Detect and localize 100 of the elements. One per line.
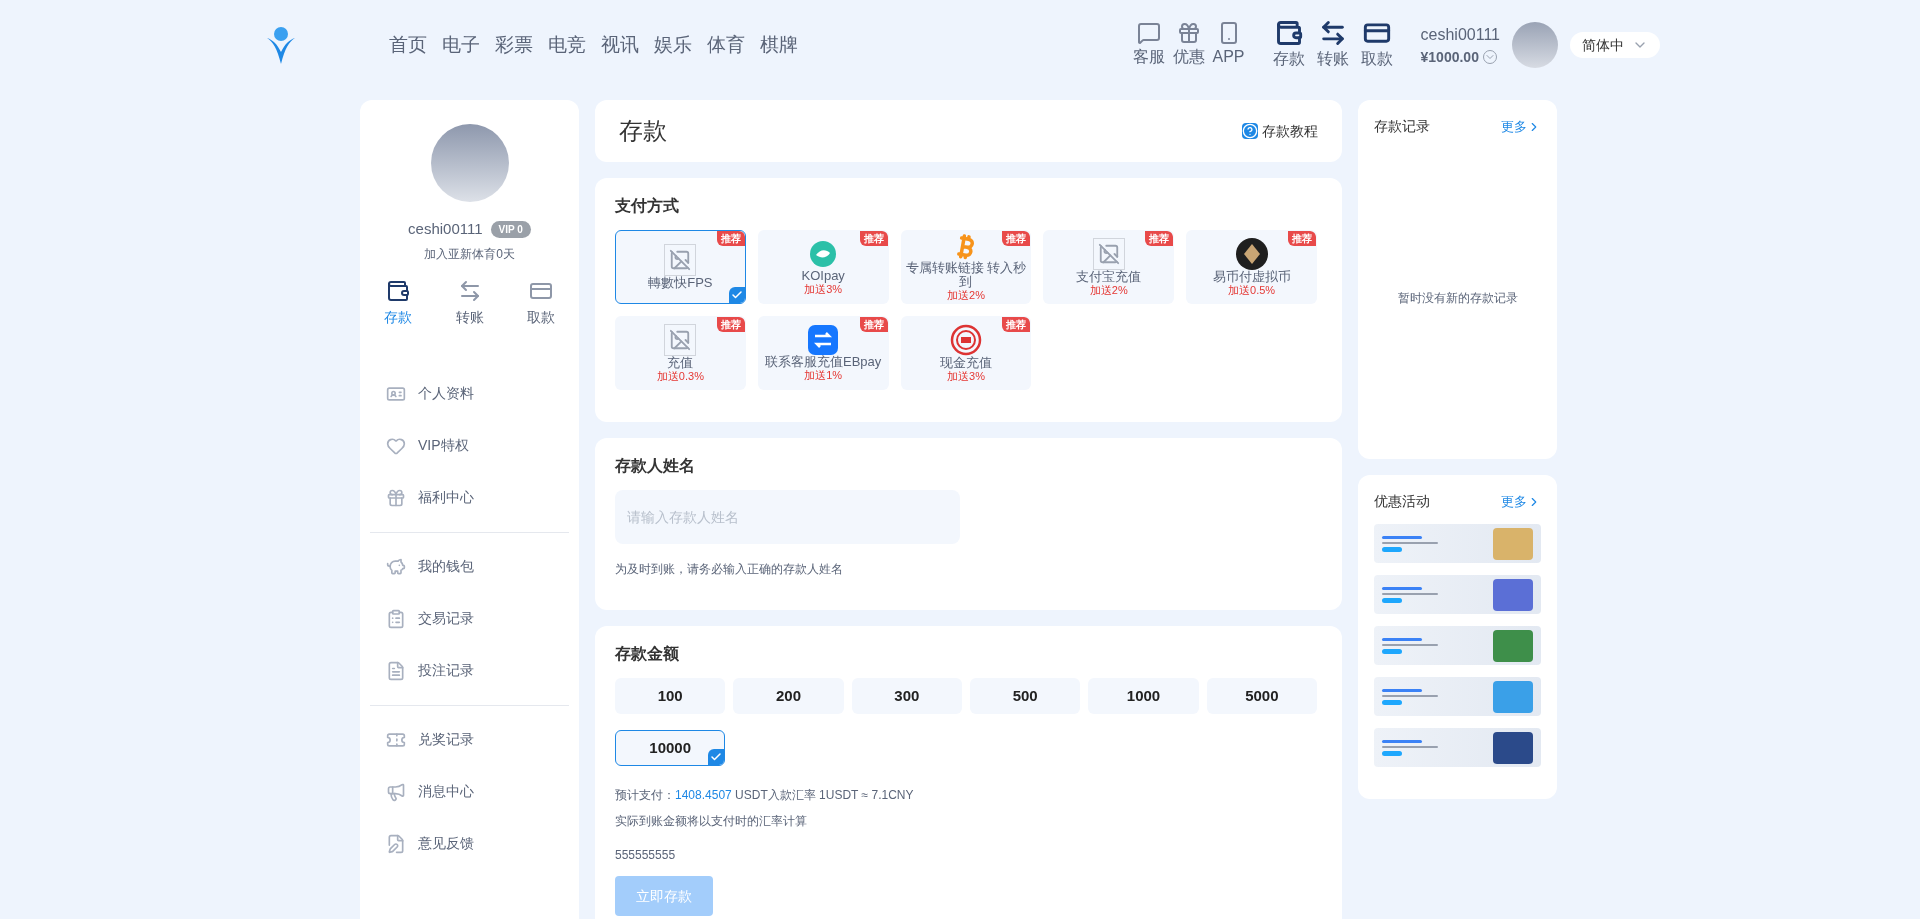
payment-method-tile[interactable]: 充值 加送0.3% 推荐 [615, 316, 746, 390]
sidebar-menu-item[interactable]: VIP特权 [370, 419, 569, 472]
more-link[interactable]: 更多 [1501, 491, 1541, 512]
method-name: 联系客服充值EBpay [764, 354, 883, 369]
recommend-badge: 推荐 [859, 317, 888, 332]
quick-action-button[interactable]: 存款 [384, 278, 412, 328]
amount-option[interactable]: 1000 [1088, 678, 1199, 714]
service-button[interactable]: APP [1212, 21, 1245, 69]
extra-text: 555555555 [615, 847, 677, 864]
nav-link[interactable]: 电竞 [548, 30, 586, 60]
wallet-icon [386, 278, 410, 303]
amount-option[interactable]: 100 [615, 678, 726, 714]
sidebar-menu-item[interactable]: 意见反馈 [370, 817, 569, 870]
amount-option[interactable]: 500 [970, 678, 1081, 714]
fish-icon [808, 238, 839, 269]
nav-link[interactable]: 首页 [389, 30, 427, 60]
payment-method-tile[interactable]: 易币付虚拟币 加送0.5% 推荐 [1186, 230, 1317, 304]
amount-option[interactable]: 200 [733, 678, 844, 714]
payment-method-tile[interactable]: 支付宝充值 加送2% 推荐 [1043, 230, 1175, 304]
sidebar-menu-item[interactable]: 我的钱包 [370, 540, 569, 593]
wallet-icon [1274, 19, 1303, 47]
hint-text: 为及时到账，请务必输入正确的存款人姓名 [615, 561, 844, 578]
bonus-text: 加送0.5% [1228, 283, 1276, 297]
gift-icon [1176, 21, 1201, 45]
sidebar-menu-item[interactable]: 个人资料 [370, 367, 569, 420]
promo-banner[interactable] [1374, 575, 1541, 614]
service-button[interactable]: 客服 [1132, 21, 1165, 69]
language-select[interactable]: 简体中 [1570, 32, 1660, 58]
broken-image-icon [664, 323, 697, 356]
nav-link[interactable]: 电子 [442, 30, 480, 60]
gift-icon [386, 487, 406, 508]
bonus-text: 加送3% [947, 369, 985, 383]
recommend-badge: 推荐 [716, 231, 745, 246]
promo-banner[interactable] [1374, 728, 1541, 767]
document-icon [386, 660, 406, 681]
heart-icon [386, 435, 406, 456]
method-name: KOIpay [800, 268, 846, 283]
card-title: 存款记录 [1374, 117, 1430, 136]
seal-icon [950, 323, 982, 356]
broken-image-icon [1092, 237, 1125, 270]
promo-banner[interactable] [1374, 626, 1541, 665]
check-corner-icon [708, 749, 725, 765]
amount-option[interactable]: 10000 [615, 730, 726, 766]
exchange-app-icon [808, 324, 839, 355]
sidebar-menu-item[interactable]: 消息中心 [370, 765, 569, 818]
username: ceshi00111 [408, 219, 483, 239]
payment-method-tile[interactable]: KOIpay 加送3% 推荐 [757, 230, 889, 304]
amount-option[interactable]: 5000 [1206, 678, 1317, 714]
sidebar-menu-item[interactable]: 兑奖记录 [370, 713, 569, 766]
quick-action-button[interactable]: 取款 [527, 278, 555, 328]
tutorial-link[interactable]: 存款教程 [1242, 120, 1318, 142]
sidebar-menu-item[interactable]: 福利中心 [370, 471, 569, 524]
edit-document-icon [386, 833, 406, 854]
method-name: 现金充值 [939, 355, 993, 370]
nav-link[interactable]: 彩票 [495, 30, 533, 60]
bonus-text: 加送0.3% [656, 369, 704, 383]
megaphone-icon [386, 781, 406, 802]
payment-method-tile[interactable]: 专属转账链接 转入秒到 加送2% 推荐 [900, 230, 1032, 304]
service-button[interactable]: 优惠 [1172, 21, 1205, 69]
join-info: 加入亚新体育0天 [424, 245, 515, 263]
section-title: 支付方式 [615, 196, 680, 216]
recommend-badge: 推荐 [1002, 231, 1031, 246]
payment-method-tile[interactable]: 轉數快FPS 推荐 [615, 230, 746, 304]
nav-link[interactable]: 视讯 [601, 30, 639, 60]
amount-option[interactable]: 300 [851, 678, 962, 714]
sidebar-menu-item[interactable]: 投注记录 [370, 644, 569, 697]
coin-icon [1235, 237, 1268, 270]
payment-method-tile[interactable]: 现金充值 加送3% 推荐 [900, 316, 1032, 390]
recommend-badge: 推荐 [859, 231, 888, 246]
bonus-text: 加送2% [947, 288, 985, 302]
method-name: 充值 [666, 355, 695, 370]
method-name: 轉數快FPS [647, 276, 714, 290]
page-title: 存款 [619, 116, 667, 146]
clipboard-icon [386, 608, 406, 629]
method-name: 专属转账链接 转入秒到 [904, 260, 1028, 289]
method-name: 易币付虚拟币 [1211, 269, 1292, 284]
bonus-text: 加送3% [804, 282, 843, 296]
rate-note: 实际到账金额将以支付时的汇率计算 [615, 813, 808, 830]
piggy-bank-icon [386, 556, 406, 577]
quick-action-button[interactable]: 转账 [455, 278, 484, 328]
empty-message: 暂时没有新的存款记录 [1397, 290, 1518, 307]
bonus-text: 加送2% [1089, 283, 1128, 297]
wallet-action-button[interactable]: 取款 [1360, 19, 1393, 71]
nav-link[interactable]: 娱乐 [654, 30, 692, 60]
wallet-action-button[interactable]: 转账 [1316, 19, 1349, 71]
card-title: 优惠活动 [1374, 492, 1430, 511]
bonus-text: 加送1% [804, 368, 843, 382]
nav-link[interactable]: 棋牌 [760, 30, 798, 60]
avatar[interactable] [1512, 22, 1558, 68]
recommend-badge: 推荐 [1002, 317, 1031, 332]
recommend-badge: 推荐 [1145, 231, 1174, 246]
estimate-text: 预计支付：1408.4507 USDT入款汇率 1USDT ≈ 7.1CNY [615, 787, 915, 804]
section-title: 存款金额 [615, 644, 680, 664]
sidebar-menu-item[interactable]: 交易记录 [370, 592, 569, 645]
help-icon [1242, 123, 1258, 139]
balance: ¥1000.00 [1420, 47, 1479, 67]
wallet-action-button[interactable]: 存款 [1272, 19, 1305, 71]
payment-method-tile[interactable]: 联系客服充值EBpay 加送1% 推荐 [757, 316, 889, 390]
more-link[interactable]: 更多 [1501, 116, 1541, 137]
nav-link[interactable]: 体育 [707, 30, 745, 60]
